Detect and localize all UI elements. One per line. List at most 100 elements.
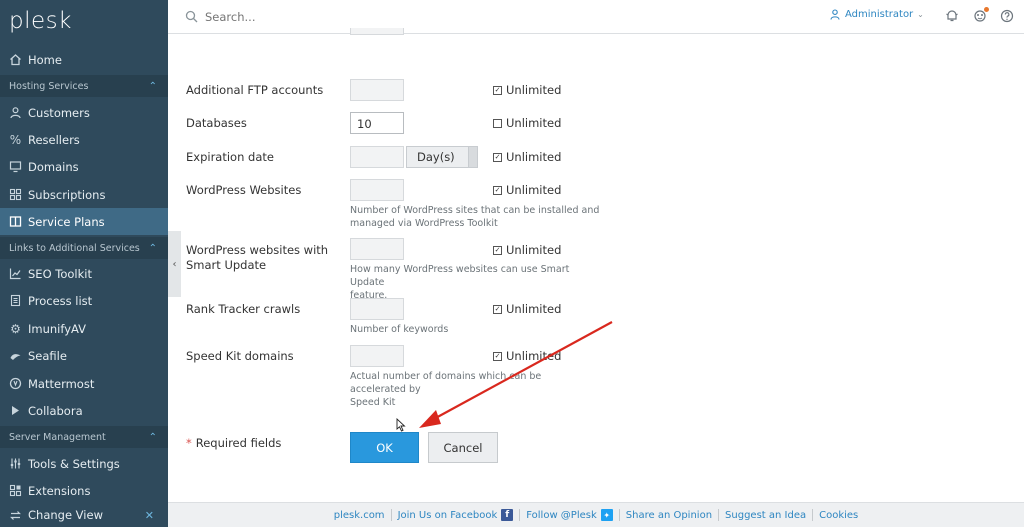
checkbox-checked-icon[interactable]: ✓ [493,152,502,162]
footer-link-twitter[interactable]: Follow @Plesk ✦ [520,509,619,521]
speed-kit-input[interactable] [350,345,404,367]
sidebar: plesk Home Hosting Services ⌃ Customers … [0,0,168,527]
ftp-accounts-label: Additional FTP accounts [186,83,324,97]
hint-line: Number of WordPress sites that can be in… [350,205,600,216]
notifications-icon[interactable] [945,9,959,23]
unlimited-label: Unlimited [506,150,562,164]
sidebar-item-extensions[interactable]: Extensions [0,477,168,504]
wordpress-websites-unlimited[interactable]: ✓ Unlimited [493,183,561,197]
select-value: Day(s) [417,150,455,164]
twitter-icon: ✦ [600,509,613,521]
footer-link-idea[interactable]: Suggest an Idea [719,510,812,521]
required-star: * [186,436,192,450]
sidebar-item-subscriptions[interactable]: Subscriptions [0,181,168,208]
plesk-logo[interactable]: plesk [0,0,168,44]
databases-unlimited[interactable]: Unlimited [493,116,561,130]
sidebar-item-label: Home [28,52,62,67]
rank-tracker-input[interactable] [350,298,404,320]
monitor-icon [9,160,22,173]
sidebar-item-domains[interactable]: Domains [0,153,168,180]
sidebar-collapse-toggle[interactable]: ‹ [168,231,181,297]
sidebar-item-label: Customers [28,105,90,120]
smart-update-unlimited[interactable]: ✓ Unlimited [493,243,561,257]
footer-link-opinion[interactable]: Share an Opinion [620,510,718,521]
extensions-icon [9,484,22,497]
sidebar-item-seafile[interactable]: Seafile [0,342,168,369]
cancel-button[interactable]: Cancel [428,432,498,463]
footer-link-plesk[interactable]: plesk.com [328,510,391,521]
footer-link-cookies[interactable]: Cookies [813,510,864,521]
databases-input[interactable]: 10 [350,112,404,134]
section-server-management[interactable]: Server Management ⌃ [0,426,168,448]
sidebar-item-label: Subscriptions [28,187,106,202]
link-label: Follow @Plesk [526,509,597,521]
ftp-accounts-input[interactable] [350,79,404,101]
sidebar-item-customers[interactable]: Customers [0,99,168,126]
hint-line: managed via WordPress Toolkit [350,218,498,229]
sidebar-item-resellers[interactable]: % Resellers [0,126,168,153]
sidebar-item-service-plans[interactable]: Service Plans [0,208,168,235]
checkbox-checked-icon[interactable]: ✓ [493,185,502,195]
search-icon [185,10,198,23]
expiration-unlimited[interactable]: ✓ Unlimited [493,150,561,164]
sidebar-item-home[interactable]: Home [0,46,168,73]
puzzle-icon[interactable] [973,7,989,23]
collabora-icon [9,404,22,417]
checkbox-checked-icon[interactable]: ✓ [493,85,502,95]
sidebar-item-label: Seafile [28,348,67,363]
sidebar-item-label: ImunifyAV [28,321,87,336]
gear-icon: ⚙ [10,321,21,336]
sidebar-item-label: Mattermost [28,376,95,391]
checkbox-checked-icon[interactable]: ✓ [493,351,502,361]
expiration-date-input[interactable] [350,146,404,168]
sidebar-item-label: Collabora [28,403,83,418]
chevron-down-icon: ⌄ [917,10,924,19]
expiration-unit-select[interactable]: Day(s) [406,146,478,168]
checkbox-checked-icon[interactable]: ✓ [493,245,502,255]
help-icon[interactable] [1000,9,1014,23]
section-title: Server Management [9,431,106,443]
sidebar-item-imunifyav[interactable]: ⚙ ImunifyAV [0,315,168,342]
rank-tracker-hint: Number of keywords [350,323,600,336]
close-icon[interactable]: ✕ [145,509,154,522]
required-fields-note: * Required fields [186,436,281,450]
rank-tracker-unlimited[interactable]: ✓ Unlimited [493,302,561,316]
ftp-accounts-unlimited[interactable]: ✓ Unlimited [493,83,561,97]
user-menu[interactable]: Administrator ⌄ [830,9,924,20]
search-input[interactable] [205,9,505,24]
checkbox-checked-icon[interactable]: ✓ [493,304,502,314]
unlimited-label: Unlimited [506,243,562,257]
percent-icon: % [9,132,22,147]
speed-kit-label: Speed Kit domains [186,349,294,363]
sidebar-item-change-view[interactable]: Change View [0,503,168,527]
wordpress-websites-input[interactable] [350,179,404,201]
top-bar: Administrator ⌄ [168,0,1024,34]
checkbox-unchecked-icon[interactable] [493,118,502,128]
sliders-icon [9,457,22,470]
section-links-additional-services[interactable]: Links to Additional Services ⌃ [0,237,168,259]
section-hosting-services[interactable]: Hosting Services ⌃ [0,75,168,97]
ok-button[interactable]: OK [350,432,419,463]
unlimited-label: Unlimited [506,183,562,197]
smart-update-input[interactable] [350,238,404,260]
sidebar-item-label: SEO Toolkit [28,266,92,281]
sidebar-item-mattermost[interactable]: Mattermost [0,370,168,397]
sidebar-item-seo-toolkit[interactable]: SEO Toolkit [0,260,168,287]
smart-update-label: WordPress websites with Smart Update [186,243,328,272]
chevron-up-icon: ⌃ [148,242,157,254]
chevron-up-icon: ⌃ [148,80,157,92]
speed-kit-unlimited[interactable]: ✓ Unlimited [493,349,561,363]
previous-field-input[interactable] [350,28,404,35]
sidebar-item-process-list[interactable]: Process list [0,287,168,314]
footer-link-facebook[interactable]: Join Us on Facebook f [392,509,520,521]
select-arrow-icon [468,147,477,167]
footer: plesk.com Join Us on Facebook f Follow @P… [168,502,1024,527]
unlimited-label: Unlimited [506,116,562,130]
sidebar-item-collabora[interactable]: Collabora [0,397,168,424]
smart-update-hint: How many WordPress websites can use Smar… [350,263,600,302]
sidebar-item-label: Service Plans [28,214,105,229]
sidebar-item-tools-settings[interactable]: Tools & Settings [0,450,168,477]
link-label: Join Us on Facebook [397,509,498,521]
mattermost-icon [9,377,22,390]
sidebar-item-label: Extensions [28,483,91,498]
